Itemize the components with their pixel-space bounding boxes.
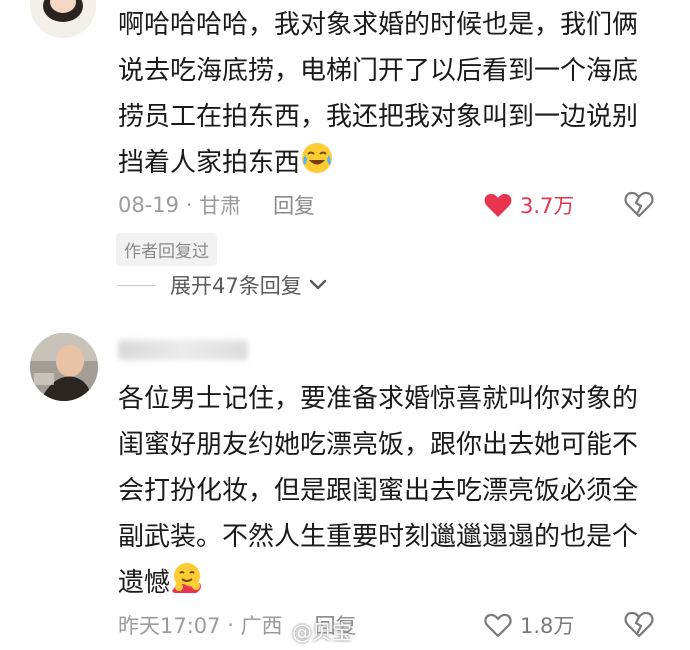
- meta-separator: ·: [179, 193, 200, 217]
- hugging-emoji-icon: [170, 561, 204, 610]
- comment-meta: 08-19 · 甘肃 回复: [118, 190, 315, 220]
- avatar[interactable]: [30, 0, 96, 38]
- chevron-down-icon: [309, 279, 326, 290]
- watermark: @贝宝: [292, 620, 352, 644]
- broken-heart-icon: [624, 191, 654, 218]
- avatar[interactable]: [30, 333, 98, 401]
- comment-text: 啊哈哈哈哈，我对象求婚的时候也是，我们俩说去吃海底捞，电梯门开了以后看到一个海底…: [118, 2, 658, 190]
- like-count: 3.7万: [520, 194, 575, 218]
- like-button[interactable]: 1.8万: [484, 610, 574, 640]
- expand-replies-label: 展开47条回复: [170, 274, 302, 298]
- broken-heart-icon: [624, 611, 654, 638]
- expand-replies-button[interactable]: 展开47条回复: [118, 270, 328, 300]
- avatar-image: [30, 333, 98, 401]
- comment-date: 08-19: [118, 193, 180, 217]
- username-blurred[interactable]: [118, 340, 248, 360]
- like-count: 1.8万: [520, 614, 575, 638]
- dislike-button[interactable]: [624, 610, 654, 642]
- divider-line: [118, 284, 156, 286]
- heart-filled-icon: [484, 193, 512, 217]
- reply-button[interactable]: 回复: [273, 190, 315, 220]
- comment-date: 昨天17:07: [118, 614, 221, 638]
- like-button[interactable]: 3.7万: [484, 190, 574, 220]
- dislike-button[interactable]: [624, 190, 654, 222]
- comment-text: 各位男士记住，要准备求婚惊喜就叫你对象的闺蜜好朋友约她吃漂亮饭，跟你出去她可能不…: [118, 376, 658, 610]
- comment-location: 甘肃: [199, 194, 242, 218]
- meta-separator: ·: [220, 613, 241, 637]
- comment-location: 广西: [240, 614, 283, 638]
- crying-laughing-emoji-icon: [300, 141, 334, 190]
- author-replied-badge: 作者回复过: [116, 233, 217, 266]
- heart-outline-icon: [484, 613, 512, 638]
- avatar-image: [30, 0, 96, 38]
